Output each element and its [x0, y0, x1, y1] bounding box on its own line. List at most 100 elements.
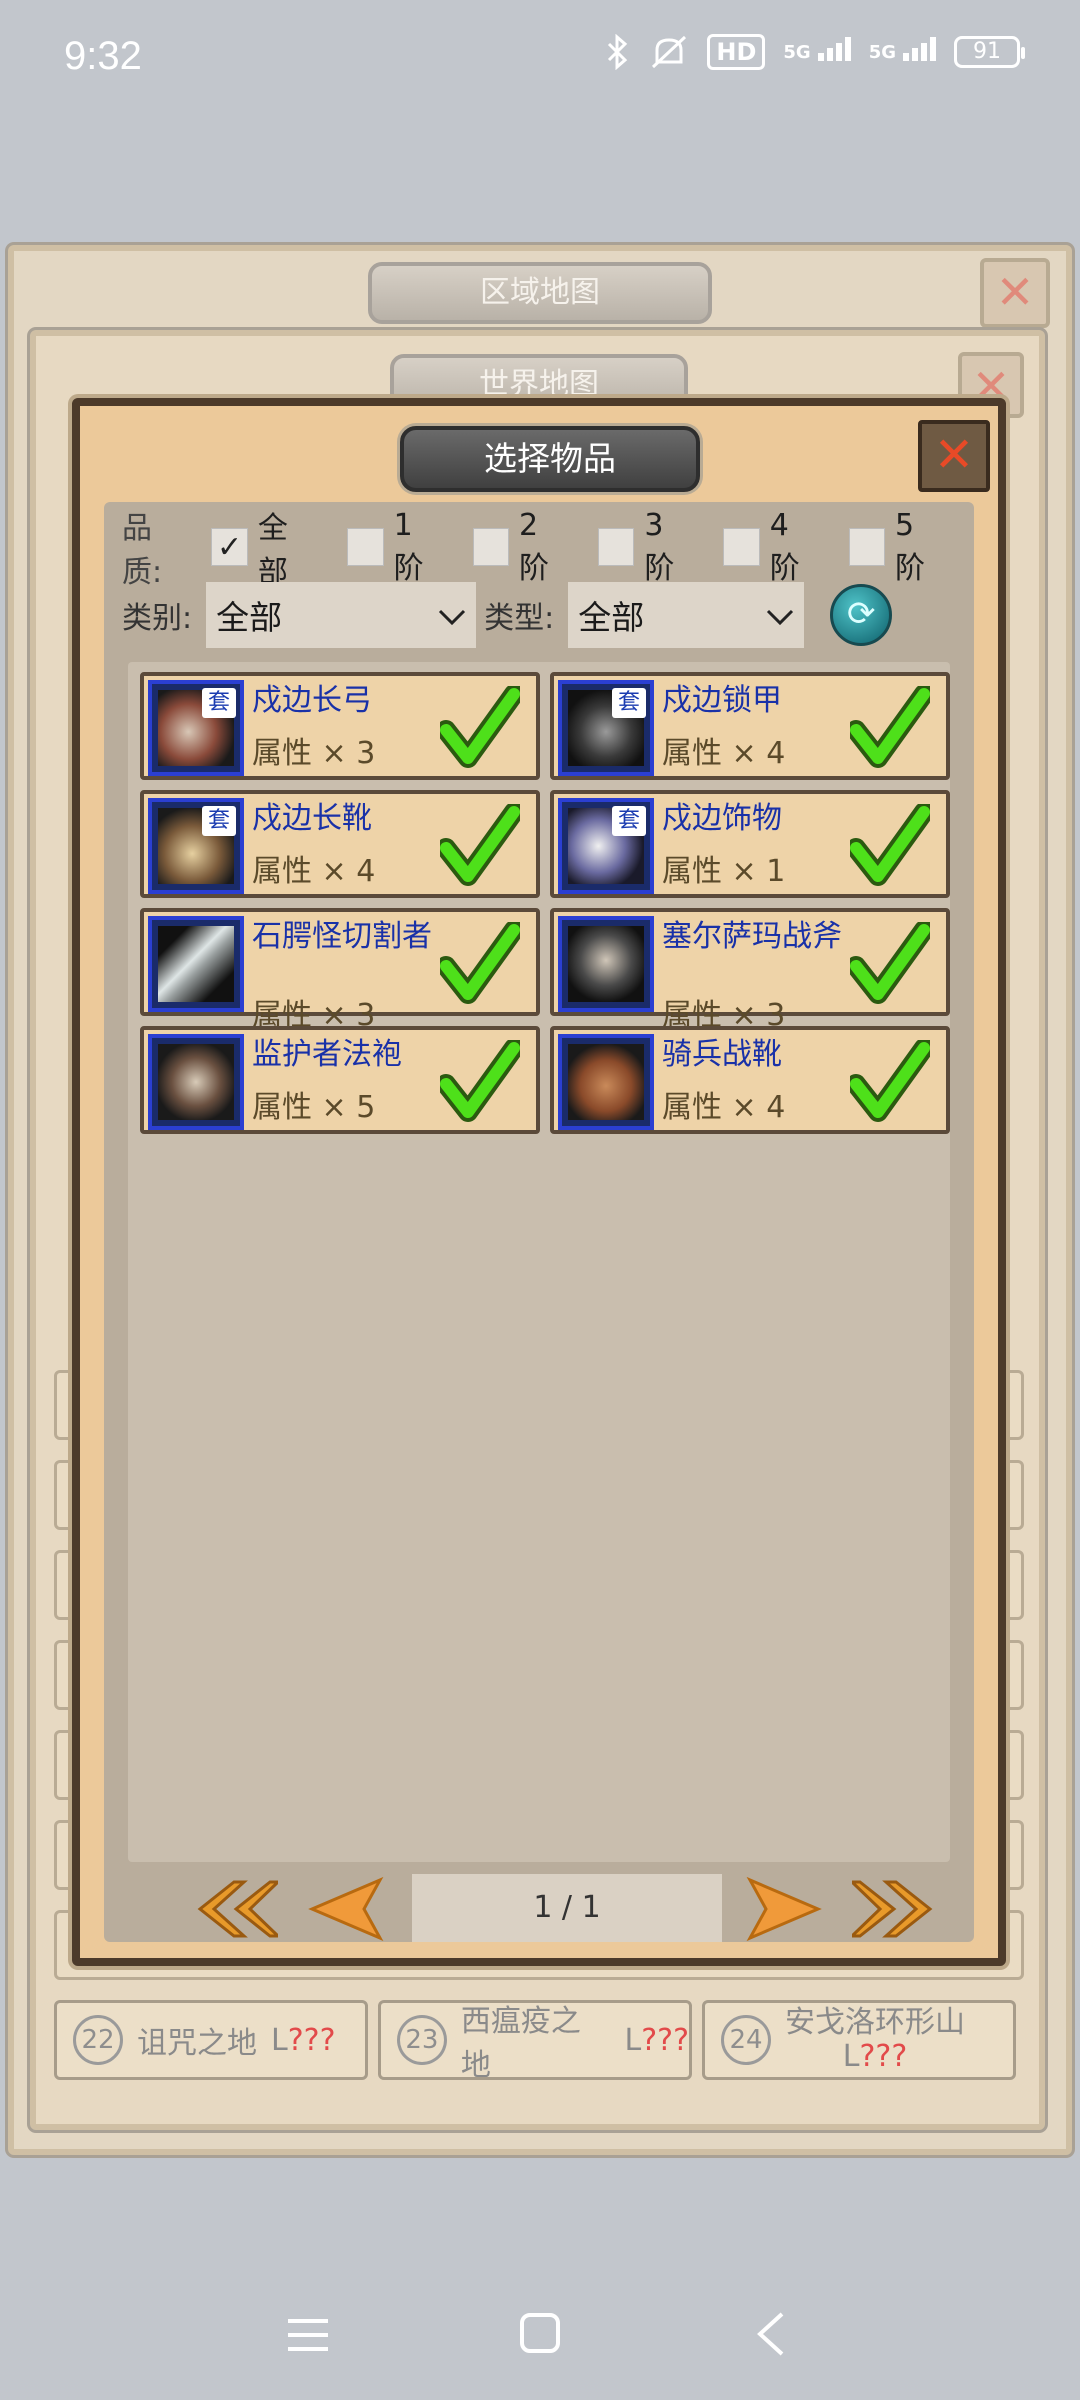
first-page-button[interactable]	[194, 1876, 278, 1942]
checkbox[interactable]	[472, 528, 509, 566]
category-value: 全部	[216, 598, 283, 637]
close-icon: ✕	[995, 265, 1035, 319]
checkbox[interactable]	[723, 528, 760, 566]
home-icon	[520, 2313, 560, 2353]
item-attributes: 属性 × 3	[252, 736, 376, 771]
quality-option-2[interactable]: 2阶	[472, 507, 566, 587]
checkbox[interactable]: ✓	[211, 528, 248, 566]
pager: 1 / 1	[128, 1870, 950, 1950]
quality-option-label: 4阶	[769, 507, 800, 586]
location-item[interactable]: 24 安戈洛环形山 L???	[702, 2000, 1016, 2080]
checkbox[interactable]	[848, 528, 886, 566]
location-number: 22	[73, 2015, 123, 2065]
location-number: 23	[397, 2015, 447, 2065]
quality-option-4[interactable]: 4阶	[723, 508, 816, 587]
item-card[interactable]: 套 戍边锁甲 属性 × 4	[550, 672, 950, 780]
refresh-button[interactable]: ⟳	[830, 584, 893, 646]
quality-label: 品质:	[122, 511, 163, 590]
set-badge: 套	[612, 806, 646, 836]
type-value: 全部	[578, 598, 645, 637]
location-level: ???	[287, 2022, 336, 2058]
next-page-button[interactable]	[742, 1876, 826, 1942]
check-icon	[440, 686, 520, 768]
chevron-down-icon	[766, 596, 794, 635]
type-select[interactable]: 全部	[568, 582, 805, 648]
category-type-filter: 类别: 全部 类型: 全部 ⟳	[122, 582, 893, 648]
set-badge: 套	[202, 688, 236, 718]
quality-option-all[interactable]: ✓ 全部	[211, 503, 315, 591]
select-item-dialog: 选择物品 ✕ 品质: ✓ 全部 1阶 2阶 3阶 4阶 5阶 类别: 全部 类型:…	[72, 398, 1006, 1966]
item-attributes: 属性 × 1	[662, 854, 786, 889]
item-name: 戍边饰物	[662, 801, 782, 836]
checkbox[interactable]	[597, 528, 635, 566]
item-icon: 套	[148, 680, 244, 776]
location-level-prefix: L	[271, 2022, 288, 2058]
location-name: 西瘟疫之地	[460, 2004, 581, 2083]
item-attributes: 属性 × 4	[252, 854, 376, 889]
back-icon	[757, 2312, 784, 2356]
quality-filter: 品质: ✓ 全部 1阶 2阶 3阶 4阶 5阶	[122, 508, 974, 591]
item-card[interactable]: 套 戍边长靴 属性 × 4	[140, 790, 540, 898]
item-card[interactable]: 套 戍边长弓 属性 × 3	[140, 672, 540, 780]
back-button[interactable]	[742, 2310, 802, 2370]
item-card[interactable]: 套 戍边饰物 属性 × 1	[550, 790, 950, 898]
home-button[interactable]	[510, 2310, 570, 2370]
page-indicator: 1 / 1	[412, 1874, 722, 1942]
item-name: 石腭怪切割者	[252, 919, 432, 954]
quality-option-label: 全部	[257, 511, 288, 590]
menu-button[interactable]	[278, 2310, 338, 2370]
set-badge: 套	[202, 806, 236, 836]
item-name: 戍边长弓	[252, 683, 372, 718]
region-map-close-button[interactable]: ✕	[980, 258, 1050, 328]
item-card[interactable]: 石腭怪切割者 属性 × 3	[140, 908, 540, 1033]
signal-icon: 5G	[783, 36, 851, 63]
item-icon	[558, 916, 654, 1012]
item-grid: 套 戍边长弓 属性 × 3 套 戍边锁甲 属性 × 4 套 戍边长靴 属性 × …	[128, 662, 950, 1862]
location-level: ???	[859, 2039, 908, 2074]
category-select[interactable]: 全部	[206, 582, 477, 648]
item-icon: 套	[148, 798, 244, 894]
item-icon: 套	[558, 680, 654, 776]
quality-option-label: 5阶	[895, 507, 926, 586]
quality-option-5[interactable]: 5阶	[848, 507, 942, 587]
check-icon	[850, 804, 930, 886]
checkbox[interactable]	[347, 528, 384, 566]
location-level: ???	[641, 2022, 689, 2058]
item-icon: 套	[558, 798, 654, 894]
quality-option-3[interactable]: 3阶	[597, 507, 691, 587]
set-badge: 套	[612, 688, 646, 718]
check-icon	[850, 922, 930, 1004]
location-item[interactable]: 22 诅咒之地 L???	[54, 2000, 368, 2080]
navigation-bar	[0, 2270, 1080, 2400]
location-name: 诅咒之地	[137, 2026, 257, 2061]
quality-option-label: 3阶	[644, 507, 675, 586]
item-icon	[558, 1034, 654, 1130]
item-card[interactable]: 骑兵战靴 属性 × 4	[550, 1026, 950, 1134]
dialog-close-button[interactable]: ✕	[918, 420, 990, 492]
item-attributes: 属性 × 4	[662, 736, 786, 771]
item-icon	[148, 916, 244, 1012]
battery-icon: 91	[954, 36, 1025, 68]
check-icon	[440, 922, 520, 1004]
chevron-down-icon	[438, 596, 466, 635]
signal-icon: 5G	[869, 36, 936, 63]
item-card[interactable]: 塞尔萨玛战斧 属性 × 3	[550, 908, 950, 1033]
quality-option-label: 1阶	[393, 507, 424, 586]
last-page-button[interactable]	[852, 1876, 936, 1942]
prev-page-button[interactable]	[304, 1876, 388, 1942]
item-name: 塞尔萨玛战斧	[662, 919, 842, 954]
dialog-title: 选择物品	[400, 426, 700, 492]
check-icon	[440, 804, 520, 886]
location-item[interactable]: 23 西瘟疫之地 L???	[378, 2000, 692, 2083]
check-icon	[850, 1040, 930, 1122]
status-time: 9:32	[64, 34, 142, 78]
quality-option-label: 2阶	[519, 507, 549, 586]
quality-option-1[interactable]: 1阶	[347, 508, 440, 587]
item-attributes: 属性 × 5	[252, 1090, 376, 1125]
type-label: 类型:	[484, 601, 555, 636]
item-card[interactable]: 监护者法袍 属性 × 5	[140, 1026, 540, 1134]
region-map-tab[interactable]: 区域地图	[368, 262, 712, 324]
mute-icon	[649, 34, 689, 70]
item-name: 骑兵战靴	[662, 1037, 782, 1072]
check-icon	[440, 1040, 520, 1122]
